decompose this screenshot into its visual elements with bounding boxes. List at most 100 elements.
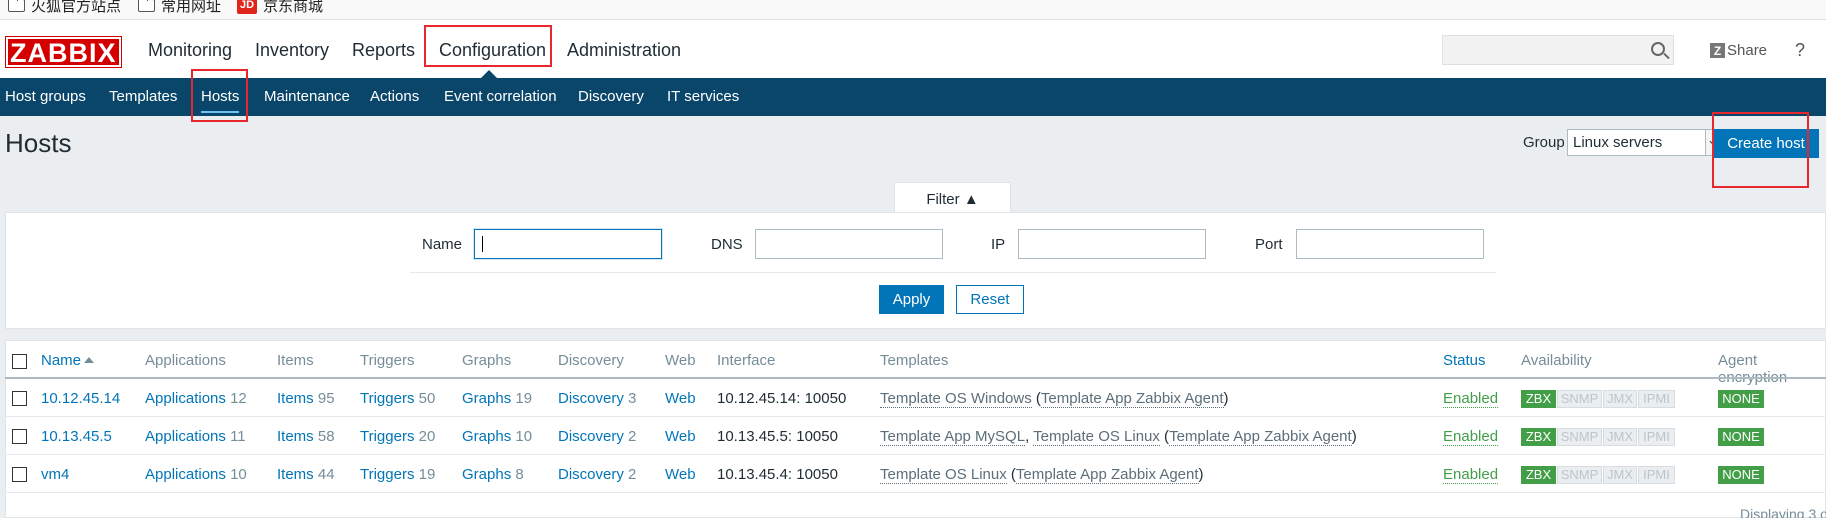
filter-toggle-tab[interactable]: Filter ▲ xyxy=(894,182,1011,213)
triggers-link[interactable]: Triggers xyxy=(360,466,414,483)
subnav-host-groups[interactable]: Host groups xyxy=(5,88,86,105)
triggers-cell: Triggers 50 xyxy=(360,390,435,407)
subnav-discovery[interactable]: Discovery xyxy=(578,88,644,105)
filter-name-input[interactable] xyxy=(474,229,662,259)
availability-snmp-badge: SNMP xyxy=(1557,428,1602,446)
host-name-link[interactable]: 10.12.45.14 xyxy=(41,390,120,407)
template-link[interactable]: Template OS Windows xyxy=(880,390,1032,408)
applications-cell: Applications 10 xyxy=(145,466,247,483)
applications-link[interactable]: Applications xyxy=(145,428,226,445)
search-icon[interactable] xyxy=(1651,42,1665,56)
applications-link[interactable]: Applications xyxy=(145,390,226,407)
column-header-name[interactable]: Name xyxy=(41,352,95,369)
discovery-link[interactable]: Discovery xyxy=(558,428,624,445)
status-toggle[interactable]: Enabled xyxy=(1443,390,1499,408)
filter-divider xyxy=(410,272,1496,273)
items-cell: Items 95 xyxy=(277,390,335,407)
host-name-link[interactable]: vm4 xyxy=(41,466,69,483)
discovery-count: 3 xyxy=(628,390,637,407)
availability-snmp-badge: SNMP xyxy=(1557,466,1602,484)
availability-zbx-badge: ZBX xyxy=(1521,428,1556,446)
table-header-divider xyxy=(5,377,1826,379)
template-paren: ( xyxy=(1006,466,1016,483)
items-link[interactable]: Items xyxy=(277,428,314,445)
nav-administration[interactable]: Administration xyxy=(567,40,681,61)
template-paren: ) xyxy=(1223,390,1229,407)
bookmark-common-sites[interactable]: 常用网址 xyxy=(138,0,221,15)
select-all-checkbox[interactable] xyxy=(12,354,27,369)
bookmark-jd-mall[interactable]: JD 京东商城 xyxy=(237,0,323,15)
column-header-templates: Templates xyxy=(880,352,949,369)
web-link[interactable]: Web xyxy=(665,390,696,407)
filter-ip-input[interactable] xyxy=(1018,229,1206,259)
web-link[interactable]: Web xyxy=(665,466,696,483)
row-checkbox[interactable] xyxy=(12,391,27,406)
web-link[interactable]: Web xyxy=(665,428,696,445)
triggers-cell: Triggers 19 xyxy=(360,466,435,483)
status-toggle[interactable]: Enabled xyxy=(1443,428,1499,446)
reset-button[interactable]: Reset xyxy=(956,285,1024,314)
graphs-count: 19 xyxy=(515,390,533,407)
graphs-link[interactable]: Graphs xyxy=(462,390,511,407)
applications-link[interactable]: Applications xyxy=(145,466,226,483)
template-link[interactable]: Template OS Linux xyxy=(880,466,1007,484)
applications-count: 12 xyxy=(230,390,247,407)
triggers-count: 20 xyxy=(418,428,436,445)
status-toggle[interactable]: Enabled xyxy=(1443,466,1499,484)
filter-name-label: Name xyxy=(422,236,463,253)
graphs-link[interactable]: Graphs xyxy=(462,466,511,483)
subnav-it-services[interactable]: IT services xyxy=(667,88,739,105)
triggers-link[interactable]: Triggers xyxy=(360,428,414,445)
template-link[interactable]: Template OS Linux xyxy=(1033,428,1160,446)
page-title: Hosts xyxy=(5,128,72,158)
global-search-input[interactable] xyxy=(1442,35,1674,65)
row-checkbox[interactable] xyxy=(12,467,27,482)
parent-template-link[interactable]: Template App Zabbix Agent xyxy=(1040,390,1224,408)
row-checkbox[interactable] xyxy=(12,429,27,444)
host-name-link[interactable]: 10.13.45.5 xyxy=(41,428,112,445)
discovery-link[interactable]: Discovery xyxy=(558,390,624,407)
column-header-triggers: Triggers xyxy=(360,352,415,369)
group-select[interactable]: Linux servers xyxy=(1567,129,1728,156)
parent-template-link[interactable]: Template App Zabbix Agent xyxy=(1015,466,1199,484)
apply-button[interactable]: Apply xyxy=(879,285,944,314)
triggers-count: 19 xyxy=(418,466,436,483)
items-link[interactable]: Items xyxy=(277,466,314,483)
annotation-box-hosts xyxy=(191,69,248,122)
column-header-web: Web xyxy=(665,352,696,369)
graphs-link[interactable]: Graphs xyxy=(462,428,511,445)
column-header-applications: Applications xyxy=(145,352,226,369)
applications-count: 11 xyxy=(230,428,246,445)
column-header-status[interactable]: Status xyxy=(1443,352,1486,369)
top-header: ZABBIX Monitoring Inventory Reports Conf… xyxy=(0,20,1826,78)
items-link[interactable]: Items xyxy=(277,390,314,407)
row-divider xyxy=(5,454,1826,455)
help-button[interactable]: ? xyxy=(1795,40,1805,61)
filter-dns-input[interactable] xyxy=(755,229,943,259)
bookmark-firefox-official[interactable]: 火狐官方站点 xyxy=(8,0,121,15)
template-link[interactable]: Template App MySQL xyxy=(880,428,1026,446)
subnav-event-correlation[interactable]: Event correlation xyxy=(444,88,557,105)
triggers-link[interactable]: Triggers xyxy=(360,390,414,407)
discovery-link[interactable]: Discovery xyxy=(558,466,624,483)
subnav-actions[interactable]: Actions xyxy=(370,88,419,105)
items-count: 58 xyxy=(317,428,335,445)
availability-zbx-badge: ZBX xyxy=(1521,466,1556,484)
graphs-count: 8 xyxy=(515,466,524,483)
share-button[interactable]: Z Share xyxy=(1710,42,1767,59)
availability-jmx-badge: JMX xyxy=(1603,390,1637,408)
subnav-maintenance[interactable]: Maintenance xyxy=(264,88,350,105)
nav-monitoring[interactable]: Monitoring xyxy=(148,40,232,61)
row-divider xyxy=(5,416,1826,417)
nav-reports[interactable]: Reports xyxy=(352,40,415,61)
filter-port-input[interactable] xyxy=(1296,229,1484,259)
folder-icon xyxy=(138,0,155,12)
nav-inventory[interactable]: Inventory xyxy=(255,40,329,61)
availability-zbx-badge: ZBX xyxy=(1521,390,1556,408)
encryption-badge: NONE xyxy=(1718,428,1764,446)
folder-icon xyxy=(8,0,25,12)
pagination-summary: Displaying 3 o xyxy=(1740,506,1826,518)
subnav-templates[interactable]: Templates xyxy=(109,88,177,105)
parent-template-link[interactable]: Template App Zabbix Agent xyxy=(1169,428,1352,446)
zabbix-logo[interactable]: ZABBIX xyxy=(5,36,122,68)
